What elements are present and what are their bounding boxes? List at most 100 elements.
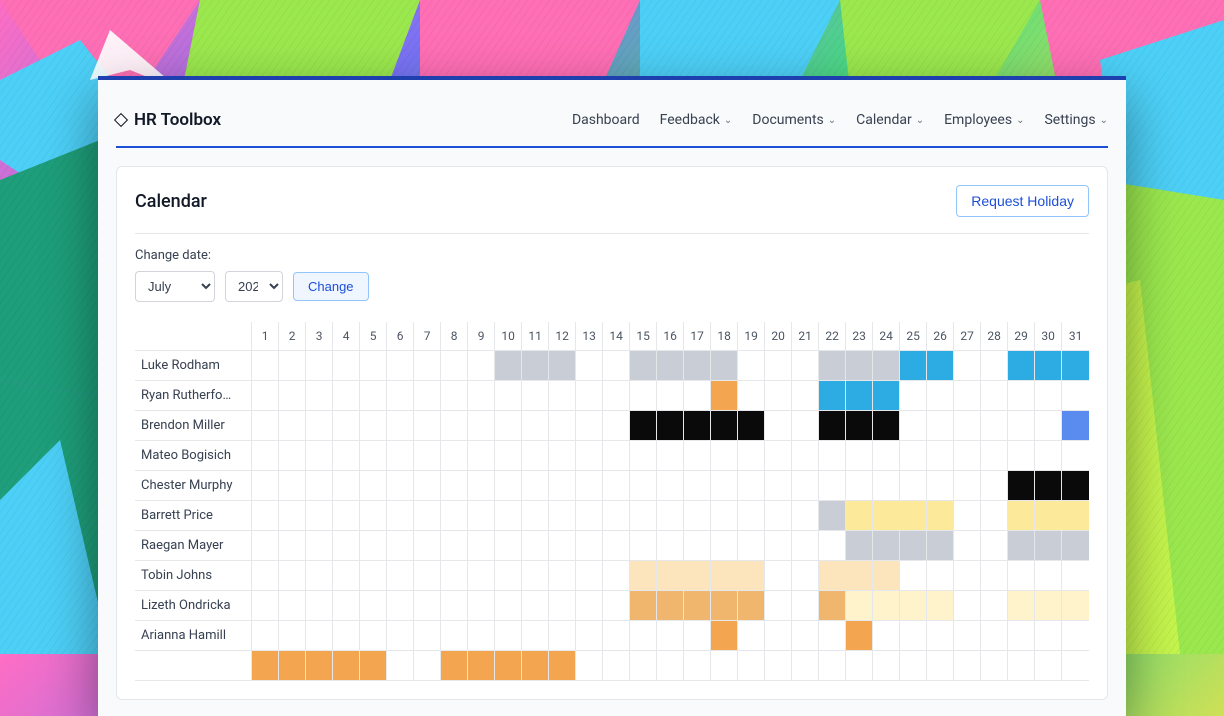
day-cell[interactable] — [873, 530, 900, 560]
day-cell[interactable] — [468, 440, 495, 470]
day-cell[interactable] — [387, 560, 414, 590]
day-cell[interactable] — [1062, 530, 1089, 560]
day-cell[interactable] — [738, 530, 765, 560]
day-cell[interactable] — [900, 470, 927, 500]
day-cell[interactable] — [684, 350, 711, 380]
day-cell[interactable] — [765, 500, 792, 530]
day-cell[interactable] — [1008, 500, 1035, 530]
day-cell[interactable] — [1062, 590, 1089, 620]
day-cell[interactable] — [981, 380, 1008, 410]
day-cell[interactable] — [1008, 620, 1035, 650]
day-cell[interactable] — [441, 410, 468, 440]
day-cell[interactable] — [441, 380, 468, 410]
day-cell[interactable] — [441, 470, 468, 500]
day-cell[interactable] — [927, 590, 954, 620]
day-cell[interactable] — [549, 650, 576, 680]
day-cell[interactable] — [738, 500, 765, 530]
day-cell[interactable] — [522, 560, 549, 590]
day-cell[interactable] — [549, 560, 576, 590]
day-cell[interactable] — [549, 410, 576, 440]
day-cell[interactable] — [387, 380, 414, 410]
day-cell[interactable] — [522, 500, 549, 530]
day-cell[interactable] — [657, 590, 684, 620]
day-cell[interactable] — [900, 560, 927, 590]
day-cell[interactable] — [576, 440, 603, 470]
day-cell[interactable] — [333, 410, 360, 440]
day-cell[interactable] — [657, 650, 684, 680]
day-cell[interactable] — [846, 350, 873, 380]
day-cell[interactable] — [522, 440, 549, 470]
day-cell[interactable] — [792, 410, 819, 440]
day-cell[interactable] — [414, 530, 441, 560]
day-cell[interactable] — [576, 530, 603, 560]
day-cell[interactable] — [468, 500, 495, 530]
day-cell[interactable] — [1008, 350, 1035, 380]
day-cell[interactable] — [603, 380, 630, 410]
day-cell[interactable] — [333, 530, 360, 560]
day-cell[interactable] — [738, 650, 765, 680]
day-cell[interactable] — [360, 410, 387, 440]
brand[interactable]: HR Toolbox — [116, 110, 221, 130]
day-cell[interactable] — [711, 350, 738, 380]
day-cell[interactable] — [684, 470, 711, 500]
day-cell[interactable] — [495, 530, 522, 560]
day-cell[interactable] — [333, 350, 360, 380]
day-cell[interactable] — [927, 650, 954, 680]
day-cell[interactable] — [900, 350, 927, 380]
day-cell[interactable] — [1035, 470, 1062, 500]
day-cell[interactable] — [495, 410, 522, 440]
day-cell[interactable] — [603, 650, 630, 680]
day-cell[interactable] — [846, 590, 873, 620]
day-cell[interactable] — [414, 380, 441, 410]
day-cell[interactable] — [333, 590, 360, 620]
day-cell[interactable] — [576, 470, 603, 500]
year-select[interactable]: 2024 — [225, 271, 283, 302]
day-cell[interactable] — [1062, 380, 1089, 410]
day-cell[interactable] — [522, 410, 549, 440]
day-cell[interactable] — [1035, 590, 1062, 620]
day-cell[interactable] — [684, 500, 711, 530]
day-cell[interactable] — [603, 470, 630, 500]
day-cell[interactable] — [765, 650, 792, 680]
day-cell[interactable] — [927, 380, 954, 410]
employee-name[interactable]: Barrett Price — [135, 500, 252, 530]
day-cell[interactable] — [549, 530, 576, 560]
day-cell[interactable] — [981, 410, 1008, 440]
day-cell[interactable] — [846, 410, 873, 440]
day-cell[interactable] — [981, 440, 1008, 470]
day-cell[interactable] — [522, 650, 549, 680]
day-cell[interactable] — [495, 440, 522, 470]
day-cell[interactable] — [333, 620, 360, 650]
day-cell[interactable] — [387, 440, 414, 470]
day-cell[interactable] — [468, 620, 495, 650]
day-cell[interactable] — [279, 590, 306, 620]
day-cell[interactable] — [1062, 620, 1089, 650]
day-cell[interactable] — [441, 590, 468, 620]
day-cell[interactable] — [711, 560, 738, 590]
day-cell[interactable] — [1035, 410, 1062, 440]
day-cell[interactable] — [954, 380, 981, 410]
employee-name[interactable]: Ryan Rutherfo… — [135, 380, 252, 410]
day-cell[interactable] — [1035, 650, 1062, 680]
day-cell[interactable] — [576, 620, 603, 650]
day-cell[interactable] — [252, 410, 279, 440]
day-cell[interactable] — [306, 470, 333, 500]
day-cell[interactable] — [306, 590, 333, 620]
day-cell[interactable] — [927, 470, 954, 500]
day-cell[interactable] — [684, 380, 711, 410]
day-cell[interactable] — [873, 470, 900, 500]
employee-name[interactable]: Brendon Miller — [135, 410, 252, 440]
day-cell[interactable] — [765, 350, 792, 380]
day-cell[interactable] — [927, 410, 954, 440]
day-cell[interactable] — [846, 620, 873, 650]
day-cell[interactable] — [738, 590, 765, 620]
day-cell[interactable] — [711, 410, 738, 440]
day-cell[interactable] — [792, 380, 819, 410]
day-cell[interactable] — [765, 470, 792, 500]
day-cell[interactable] — [360, 440, 387, 470]
day-cell[interactable] — [333, 500, 360, 530]
day-cell[interactable] — [765, 530, 792, 560]
day-cell[interactable] — [846, 380, 873, 410]
day-cell[interactable] — [792, 560, 819, 590]
day-cell[interactable] — [387, 620, 414, 650]
